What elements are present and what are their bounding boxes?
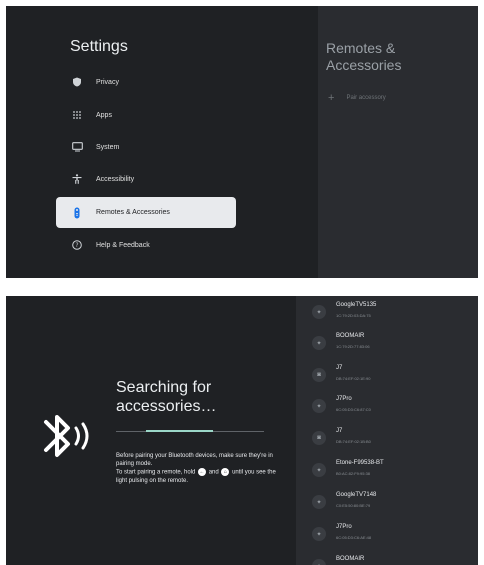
plus-icon: + [328,92,335,104]
bluetooth-device-icon: ✦ [312,336,326,350]
remotes-panel-title: Remotes & Accessories [326,40,401,74]
device-name: Etone-F99538-BT [336,460,384,466]
settings-screen: Settings Privacy Apps System Accessibili… [6,6,478,278]
device-address: 6C:05:D3:C6:87:C0 [336,407,371,412]
bluetooth-device-icon: ✦ [312,463,326,477]
menu-item-label: Help & Feedback [96,241,150,249]
remote-icon [70,206,84,220]
menu-item-privacy[interactable]: Privacy [56,68,236,96]
svg-text:?: ? [75,242,78,249]
menu-item-accessibility[interactable]: Accessibility [56,165,236,193]
device-name: BOOMAIR [336,556,365,562]
settings-title: Settings [70,38,128,55]
device-item[interactable]: ◙ J7 DB:74:EF:02:1B:B0 [296,422,478,452]
device-address: C0:E5:50:80:BE:79 [336,503,371,508]
hint-text-2: and [208,469,219,476]
searching-title-line2: accessories… [116,398,217,415]
bluetooth-device-icon: ✦ [312,399,326,413]
pair-accessory-item[interactable]: + Pair accessory [328,92,386,104]
hint-text-1: To start pairing a remote, hold [116,469,196,476]
device-list: ✦ GoogleTV5135 1C:79:2D:03:DA:75 ✦ BOOMA… [296,296,478,565]
shield-icon [70,75,84,89]
searching-screen: Searching for accessories… Before pairin… [6,296,478,565]
menu-item-apps[interactable]: Apps [56,101,236,129]
device-address: DB:74:EF:02:1B:B0 [336,439,371,444]
menu-item-label: Privacy [96,78,119,86]
menu-item-help-feedback[interactable]: ? Help & Feedback [56,231,236,259]
apps-grid-icon [70,108,84,122]
menu-item-label: System [96,143,120,151]
search-progress-bar [146,430,213,432]
monitor-icon [70,140,84,154]
device-item[interactable]: ✦ GoogleTV7148 C0:E5:50:80:BE:79 [296,486,478,516]
bluetooth-searching-icon [40,408,104,469]
home-button-icon: ⌂ [221,468,230,476]
headphones-icon: ◙ [312,368,326,382]
device-item[interactable]: ◙ J7 DB:74:EF:02:1E:90 [296,359,478,389]
device-item[interactable]: ✦ J7Pro 6C:05:D3:C6:AE:48 [296,518,478,548]
back-button-icon: ← [198,468,207,476]
menu-item-label: Apps [96,111,112,119]
device-name: BOOMAIR [336,333,365,339]
device-address: DB:74:EF:02:1E:90 [336,376,371,381]
menu-item-label: Remotes & Accessories [96,209,170,216]
searching-title: Searching for accessories… [116,378,266,416]
bluetooth-device-icon: ✦ [312,559,326,565]
bluetooth-device-icon: ✦ [312,495,326,509]
device-name: J7 [336,428,343,434]
device-item[interactable]: ✦ Etone-F99538-BT B0:AC:82:F9:95:38 [296,454,478,484]
device-name: GoogleTV5135 [336,302,377,308]
pairing-description: Before pairing your Bluetooth devices, m… [116,453,273,467]
device-name: J7Pro [336,396,352,402]
pairing-hint: To start pairing a remote, hold ← and ⌂ … [116,468,276,485]
device-item[interactable]: ✦ GoogleTV5135 1C:79:2D:03:DA:75 [296,296,478,326]
pair-accessory-label: Pair accessory [346,95,386,101]
help-icon: ? [70,238,84,252]
remotes-title-line1: Remotes & [326,40,396,56]
remotes-title-line2: Accessories [326,57,402,73]
bluetooth-device-icon: ✦ [312,527,326,541]
accessibility-icon [70,172,84,186]
headphones-icon: ◙ [312,431,326,445]
searching-title-line1: Searching for [116,379,212,396]
search-progress-track [116,430,264,432]
device-name: J7 [336,365,343,371]
device-name: GoogleTV7148 [336,492,377,498]
device-name: J7Pro [336,524,352,530]
device-item[interactable]: ✦ BOOMAIR [296,550,478,565]
device-address: 1C:79:2D:03:DA:75 [336,313,371,318]
device-item[interactable]: ✦ J7Pro 6C:05:D3:C6:87:C0 [296,390,478,420]
bluetooth-device-icon: ✦ [312,305,326,319]
device-address: 1C:79:2D:77:83:06 [336,344,370,349]
device-address: B0:AC:82:F9:95:38 [336,471,371,476]
device-item[interactable]: ✦ BOOMAIR 1C:79:2D:77:83:06 [296,327,478,357]
menu-item-remotes-accessories[interactable]: Remotes & Accessories [56,197,236,228]
device-address: 6C:05:D3:C6:AE:48 [336,535,372,540]
menu-item-system[interactable]: System [56,133,236,161]
menu-item-label: Accessibility [96,175,135,183]
